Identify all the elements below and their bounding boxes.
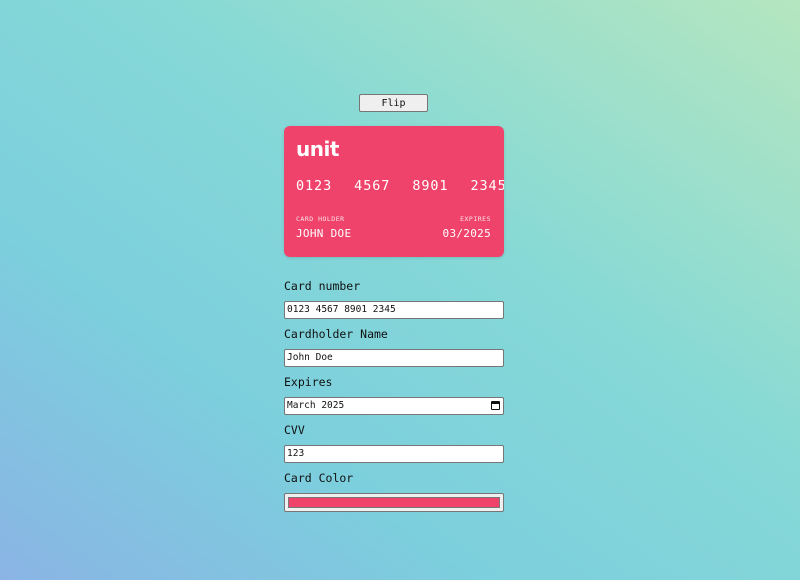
card-holder-value: JOHN DOE (296, 227, 352, 240)
cvv-input-value: 123 (287, 448, 305, 459)
card-form: Card number 0123 4567 8901 2345 Cardhold… (284, 278, 504, 512)
expires-field-label: Expires (284, 375, 333, 389)
cvv-label: CVV (284, 423, 305, 437)
cardholder-name-input[interactable]: John Doe (284, 349, 504, 367)
flip-button[interactable]: Flip (359, 94, 428, 112)
expires-input-value: March 2025 (287, 400, 345, 411)
card-number-input[interactable]: 0123 4567 8901 2345 (284, 301, 504, 319)
expires-value: 03/2025 (442, 227, 491, 240)
cardholder-name-input-value: John Doe (287, 352, 333, 363)
calendar-icon[interactable] (491, 401, 500, 410)
credit-card-preview: unit 0123 4567 8901 2345 CARD HOLDER EXP… (284, 126, 504, 257)
card-number-label: Card number (284, 279, 361, 293)
expires-label: EXPIRES (460, 215, 491, 223)
card-holder-label: CARD HOLDER (296, 215, 345, 223)
card-number-input-value: 0123 4567 8901 2345 (287, 304, 396, 315)
card-color-swatch (288, 497, 500, 508)
cardholder-name-label: Cardholder Name (284, 327, 388, 341)
card-color-picker[interactable] (284, 493, 504, 512)
card-color-label: Card Color (284, 471, 354, 485)
cvv-input[interactable]: 123 (284, 445, 504, 463)
card-logo: unit (296, 137, 339, 161)
expires-month-input[interactable]: March 2025 (284, 397, 504, 415)
card-number-display: 0123 4567 8901 2345 (296, 178, 504, 194)
